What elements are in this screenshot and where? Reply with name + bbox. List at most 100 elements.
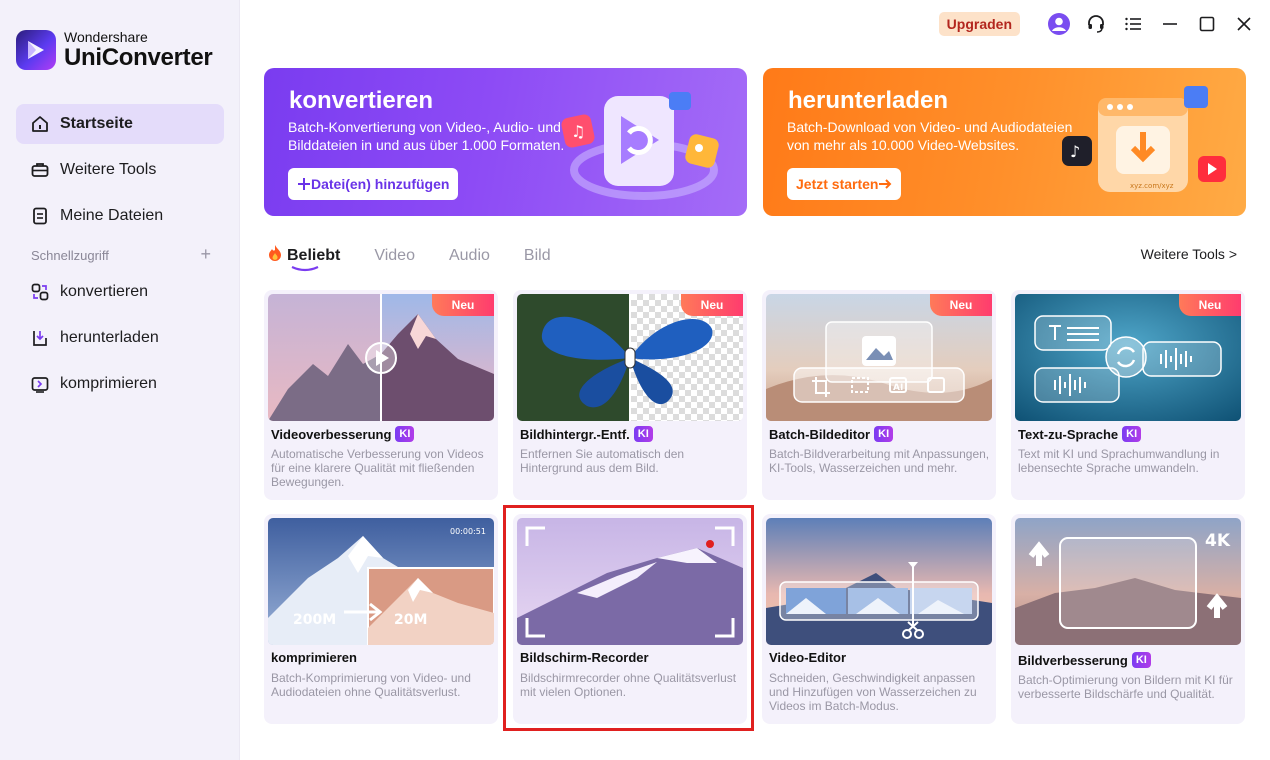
sidebar-item-label: Meine Dateien: [60, 207, 164, 224]
menu-list-icon[interactable]: [1121, 12, 1145, 36]
tab-audio[interactable]: Audio: [449, 247, 490, 265]
tab-bild[interactable]: Bild: [524, 247, 551, 265]
brand-company: Wondershare: [64, 29, 148, 45]
svg-text:AI: AI: [893, 383, 903, 393]
quick-access-header: Schnellzugriff +: [31, 245, 211, 263]
selection-highlight: [503, 505, 754, 731]
tool-card-bildverbesserung[interactable]: 4K Bildverbesserung KI Batch-Optimierung …: [1011, 514, 1245, 724]
card-title-text: komprimieren: [271, 650, 357, 665]
download-art-url: xyz.com/xyz: [1130, 182, 1174, 190]
quick-access-label: Schnellzugriff: [31, 248, 109, 263]
sidebar: Wondershare UniConverter Startseite Weit…: [0, 0, 240, 760]
card-description: Automatische Verbesserung von Videos für…: [271, 447, 484, 489]
tab-label: Beliebt: [287, 246, 341, 264]
quick-access-list: konvertieren herunterladen komprimieren: [16, 272, 224, 410]
tool-card-text-zu-sprache[interactable]: Neu Text-zu-Sprache KI Text mit KI und Sp…: [1011, 290, 1245, 500]
flame-icon: [267, 244, 283, 267]
ki-badge: KI: [1131, 652, 1151, 668]
quick-item-label: komprimieren: [60, 375, 157, 392]
file-icon: [30, 206, 50, 226]
tool-card-bildhintergrund[interactable]: Neu Bildhintergr.-Entf. KI Entfernen Sie …: [513, 290, 747, 500]
arrow-right-icon: [879, 179, 892, 189]
card-thumbnail: 4K: [1015, 518, 1241, 645]
quick-item-label: konvertieren: [60, 283, 149, 300]
card-title: komprimieren: [271, 650, 357, 665]
tool-card-komprimieren[interactable]: 00:00:51 200M 20M komprimieren Batch-Kom…: [264, 514, 498, 724]
convert-icon: [30, 282, 50, 302]
ki-badge: KI: [395, 426, 415, 442]
card-description: Batch-Komprimierung von Video- und Audio…: [271, 671, 471, 699]
size-after: 20M: [394, 612, 427, 628]
quick-item-konvertieren[interactable]: konvertieren: [16, 272, 224, 312]
convert-banner[interactable]: konvertieren Batch-Konvertierung von Vid…: [264, 68, 747, 216]
maximize-icon[interactable]: [1195, 12, 1219, 36]
card-description: Text mit KI und Sprachumwandlung in lebe…: [1018, 447, 1220, 475]
new-badge: Neu: [681, 294, 743, 316]
sidebar-item-weitere-tools[interactable]: Weitere Tools: [16, 150, 224, 190]
minimize-icon[interactable]: [1158, 12, 1182, 36]
tool-card-videoverbesserung[interactable]: Neu Videoverbesserung KI Automatische Ver…: [264, 290, 498, 500]
category-tabs: Beliebt Video Audio Bild: [267, 244, 585, 272]
plus-icon: [298, 178, 310, 190]
sidebar-item-label: Weitere Tools: [60, 161, 157, 178]
quick-item-komprimieren[interactable]: komprimieren: [16, 364, 224, 404]
download-illustration: xyz.com/xyz ♪: [1062, 86, 1226, 192]
card-title-text: Bildhintergr.-Entf.: [520, 426, 630, 442]
card-title-text: Videoverbesserung: [271, 426, 392, 442]
new-badge: Neu: [432, 294, 494, 316]
compress-icon: [30, 374, 50, 394]
close-icon[interactable]: [1232, 12, 1256, 36]
download-banner[interactable]: herunterladen Batch-Download von Video- …: [763, 68, 1246, 216]
home-icon: [30, 114, 50, 134]
card-title: Bildverbesserung KI: [1018, 652, 1151, 668]
card-description: Entfernen Sie automatisch den Hintergrun…: [520, 447, 685, 475]
download-icon: [30, 328, 50, 348]
ki-badge: KI: [1122, 426, 1142, 442]
convert-illustration: ♫: [561, 92, 719, 200]
download-banner-title: herunterladen: [788, 87, 949, 114]
tab-video[interactable]: Video: [374, 247, 415, 265]
upgrade-button[interactable]: Upgraden: [938, 12, 1020, 36]
tool-card-batch-bildeditor[interactable]: AI Neu Batch-Bildeditor KI Batch-Bildvera…: [762, 290, 996, 500]
account-icon[interactable]: [1047, 12, 1071, 36]
add-files-label: Datei(en) hinzufügen: [311, 176, 450, 192]
support-headset-icon[interactable]: [1084, 12, 1108, 36]
card-title: Bildhintergr.-Entf. KI: [520, 426, 653, 442]
window-titlebar: Upgraden: [938, 12, 1256, 36]
sidebar-item-startseite[interactable]: Startseite: [16, 104, 224, 144]
sidebar-item-meine-dateien[interactable]: Meine Dateien: [16, 196, 224, 236]
card-thumbnail: 00:00:51 200M 20M: [268, 518, 494, 645]
quick-item-label: herunterladen: [60, 329, 159, 346]
add-quick-access-icon[interactable]: +: [200, 245, 211, 263]
size-before: 200M: [293, 612, 336, 628]
svg-text:♫: ♫: [571, 122, 585, 141]
active-tab-underline: [291, 266, 319, 272]
card-description: Schneiden, Geschwindigkeit anpassen und …: [769, 671, 977, 713]
card-title-text: Text-zu-Sprache: [1018, 426, 1119, 442]
convert-banner-text: Batch-Konvertierung von Video-, Audio- u…: [288, 119, 565, 153]
card-title-text: Batch-Bildeditor: [769, 426, 871, 442]
card-description: Batch-Optimierung von Bildern mit KI für…: [1018, 673, 1233, 701]
card-description: Batch-Bildverarbeitung mit Anpassungen, …: [769, 447, 990, 475]
more-tools-link[interactable]: Weitere Tools >: [1141, 246, 1237, 262]
convert-banner-title: konvertieren: [289, 87, 434, 114]
start-now-label: Jetzt starten: [796, 176, 879, 192]
start-now-button[interactable]: Jetzt starten: [787, 168, 902, 200]
card-title-text: Video-Editor: [769, 650, 847, 665]
toolbox-icon: [30, 160, 50, 180]
new-badge: Neu: [1179, 294, 1241, 316]
add-files-button[interactable]: Datei(en) hinzufügen: [288, 168, 459, 200]
quick-item-herunterladen[interactable]: herunterladen: [16, 318, 224, 358]
main-nav: Startseite Weitere Tools Meine Dateien: [16, 104, 224, 242]
tool-card-video-editor[interactable]: Video-Editor Schneiden, Geschwindigkeit …: [762, 514, 996, 724]
svg-text:♪: ♪: [1070, 142, 1080, 161]
card-title: Video-Editor: [769, 650, 846, 665]
timecode: 00:00:51: [450, 527, 486, 536]
brand-product: UniConverter: [64, 44, 213, 71]
ki-badge: KI: [633, 426, 653, 442]
uniconverter-logo: [16, 30, 56, 70]
card-title: Batch-Bildeditor KI: [769, 426, 894, 442]
4k-label: 4K: [1205, 531, 1231, 551]
tab-beliebt[interactable]: Beliebt: [267, 244, 341, 272]
brand: Wondershare UniConverter: [16, 29, 213, 71]
